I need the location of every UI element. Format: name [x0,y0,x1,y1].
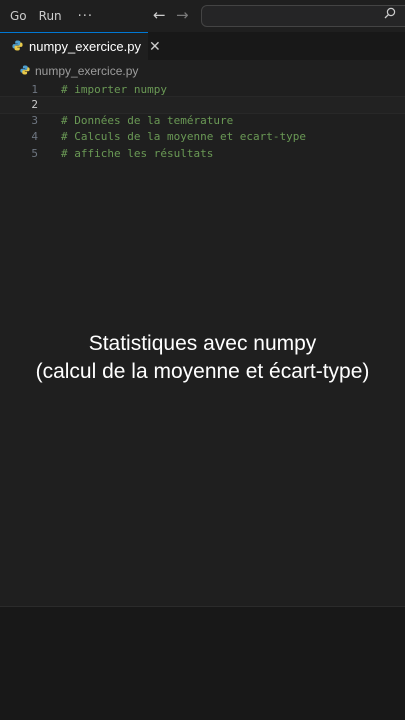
code-comment: # affiche les résultats [61,147,214,160]
code-comment: # Données de la temérature [61,114,234,127]
breadcrumb: numpy_exercice.py [0,60,405,82]
python-file-icon [12,40,23,54]
close-icon[interactable]: ✕ [149,39,161,55]
python-file-icon [20,64,30,78]
menu-go[interactable]: Go [10,9,27,23]
code-line[interactable]: 5 # affiche les résultats [0,146,405,162]
line-number: 2 [31,98,38,111]
line-number: 3 [31,114,38,127]
menu-run[interactable]: Run [39,9,62,23]
code-line[interactable]: 4 # Calculs de la moyenne et ecart-type [0,129,405,145]
code-line-current[interactable]: 2 [0,96,405,114]
tab-label: numpy_exercice.py [29,39,141,54]
vscode-window: Go Run ··· ← → numpy_exercice.py ✕ numpy… [0,0,405,720]
line-number: 5 [31,147,38,160]
back-arrow-icon[interactable]: ← [153,6,166,24]
video-caption-overlay: Statistiques avec numpy (calcul de la mo… [0,330,405,386]
line-number: 4 [31,130,38,143]
code-line[interactable]: 3 # Données de la temérature [0,113,405,129]
editor-tab-strip: numpy_exercice.py ✕ [0,32,405,61]
command-center-search[interactable] [201,5,405,27]
bottom-panel [0,607,405,720]
tab-numpy-exercice[interactable]: numpy_exercice.py ✕ [0,32,161,60]
caption-title: Statistiques avec numpy [88,332,317,355]
menu-bar: Go Run ··· ← → [0,0,405,32]
search-icon [384,7,396,23]
breadcrumb-file[interactable]: numpy_exercice.py [35,64,138,78]
code-comment: # Calculs de la moyenne et ecart-type [61,130,307,143]
more-menu-icon[interactable]: ··· [78,9,93,24]
caption-subtitle: (calcul de la moyenne et écart-type) [35,360,370,383]
forward-arrow-icon[interactable]: → [176,6,189,24]
